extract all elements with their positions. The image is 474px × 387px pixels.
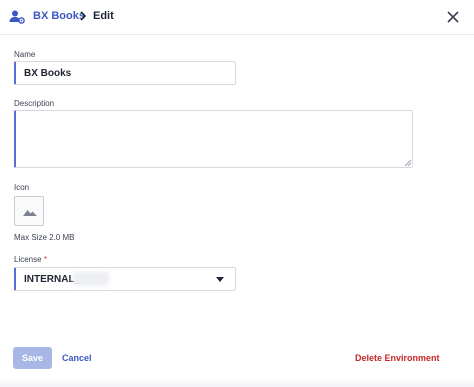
chevron-right-icon	[80, 11, 87, 21]
icon-upload-button[interactable]	[14, 196, 44, 226]
environment-settings-icon	[9, 10, 25, 24]
license-label: License *	[14, 255, 47, 264]
icon-label: Icon	[14, 183, 30, 192]
name-label: Name	[14, 50, 36, 59]
delete-environment-button[interactable]: Delete Environment	[355, 353, 440, 363]
footer-shadow	[0, 378, 474, 387]
description-label: Description	[14, 99, 55, 108]
icon-size-hint: Max Size 2.0 MB	[14, 233, 75, 242]
license-select-value: INTERNAL_	[24, 274, 81, 285]
save-button[interactable]: Save	[13, 347, 52, 369]
resize-handle-icon[interactable]	[404, 159, 412, 167]
redacted-text	[73, 272, 109, 286]
image-icon	[23, 210, 37, 216]
breadcrumb-environment-link[interactable]: BX Books	[33, 10, 85, 22]
modal-header: BX Books Edit	[0, 0, 474, 35]
close-icon[interactable]	[444, 8, 462, 26]
required-marker: *	[43, 255, 47, 264]
breadcrumb-current: Edit	[93, 10, 114, 22]
license-select[interactable]: INTERNAL_	[14, 267, 236, 291]
name-input[interactable]	[14, 61, 236, 85]
description-textarea[interactable]	[14, 110, 413, 168]
cancel-button[interactable]: Cancel	[62, 353, 92, 363]
caret-down-icon	[216, 277, 224, 282]
